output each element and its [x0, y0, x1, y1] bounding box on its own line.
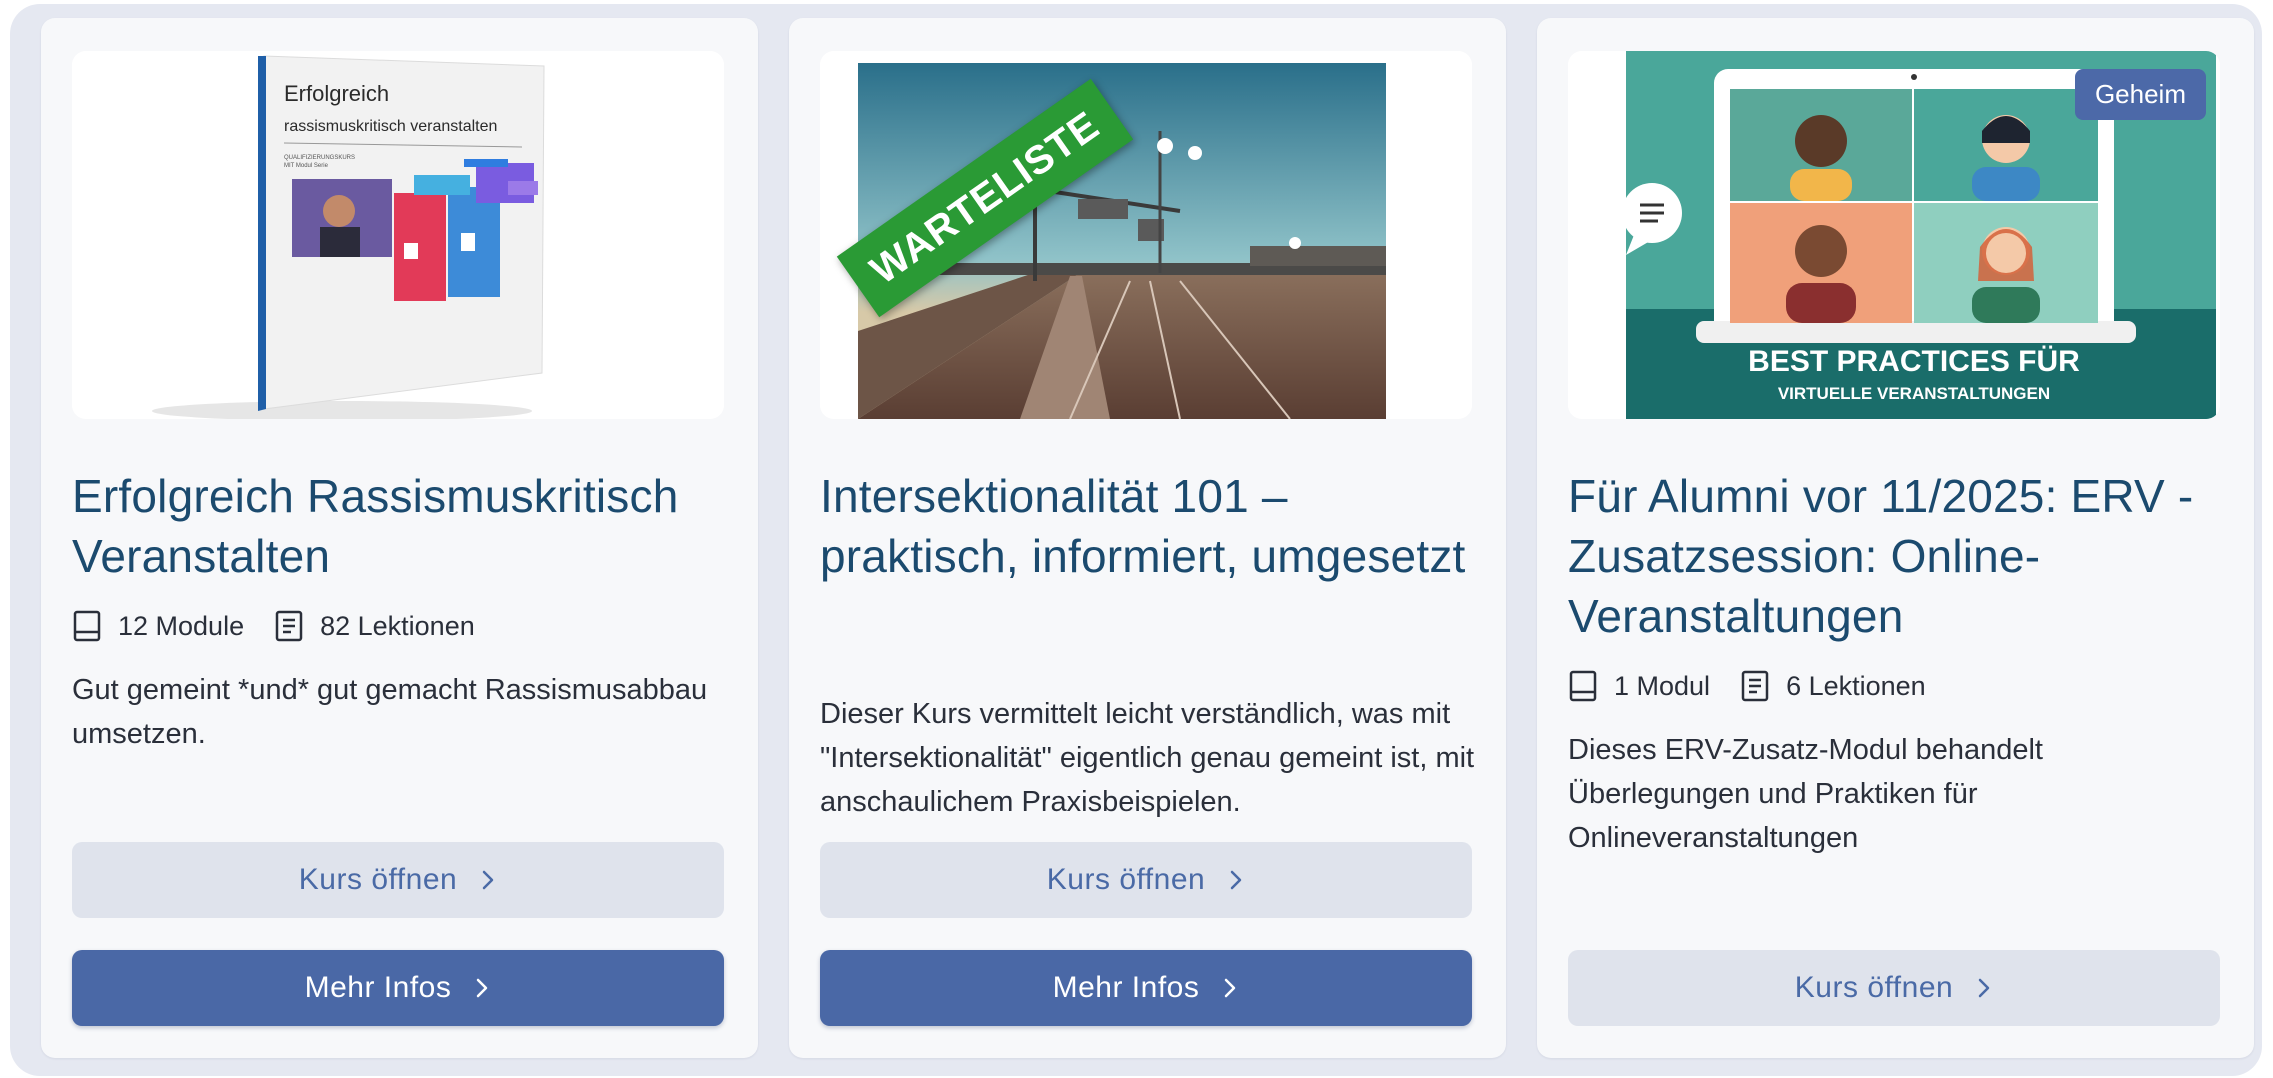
- course-meta: 12 Module 82 Lektionen: [72, 604, 505, 648]
- image-subheadline: VIRTUELLE VERANSTALTUNGEN: [1778, 384, 2050, 403]
- image-headline: BEST PRACTICES FÜR: [1748, 345, 2080, 378]
- course-card: WARTELISTE Intersektionalität 101 – prak…: [789, 18, 1506, 1058]
- more-info-label: Mehr Infos: [304, 971, 452, 1004]
- course-description: Gut gemeint *und* gut gemacht Rassismusa…: [72, 674, 708, 750]
- cover-title-line1: Erfolgreich: [284, 81, 389, 106]
- cover-subtitle-line1: QUALIFIZIERUNGSKURS: [284, 155, 355, 161]
- document-icon: [1741, 670, 1769, 702]
- chevron-right-icon: [1978, 978, 1990, 998]
- document-icon: [275, 610, 303, 642]
- book-cover-image: Erfolgreich rassismuskritisch veranstalt…: [72, 51, 724, 419]
- course-title[interactable]: Für Alumni vor 11/2025: ERV - Zusatzsess…: [1568, 466, 2228, 646]
- course-description: Dieses ERV-Zusatz-Modul behandelt Überle…: [1568, 734, 2043, 854]
- course-thumbnail[interactable]: WARTELISTE: [820, 51, 1472, 419]
- open-course-label: Kurs öffnen: [1794, 971, 1954, 1004]
- course-title[interactable]: Intersektionalität 101 – praktisch, info…: [820, 466, 1480, 586]
- course-card: Erfolgreich rassismuskritisch veranstalt…: [41, 18, 758, 1058]
- course-thumbnail[interactable]: Erfolgreich rassismuskritisch veranstalt…: [72, 51, 724, 419]
- course-meta: 1 Modul 6 Lektionen: [1568, 664, 1956, 708]
- more-info-button[interactable]: Mehr Infos: [72, 950, 724, 1026]
- lessons-label: 6 Lektionen: [1786, 670, 1926, 701]
- more-info-button[interactable]: Mehr Infos: [820, 950, 1472, 1026]
- book-icon: [73, 610, 101, 642]
- more-info-label: Mehr Infos: [1052, 971, 1200, 1004]
- modules-label: 1 Modul: [1614, 670, 1711, 701]
- course-title[interactable]: Erfolgreich Rassismuskritisch Veranstalt…: [72, 466, 732, 586]
- open-course-button[interactable]: Kurs öffnen: [1568, 950, 2220, 1026]
- open-course-label: Kurs öffnen: [1046, 863, 1206, 896]
- chevron-right-icon: [1225, 978, 1236, 998]
- open-course-button[interactable]: Kurs öffnen: [820, 842, 1472, 918]
- lessons-label: 82 Lektionen: [320, 610, 475, 641]
- chevron-right-icon: [482, 870, 494, 890]
- secret-badge: Geheim: [2074, 69, 2206, 120]
- chevron-right-icon: [1230, 870, 1242, 890]
- book-icon: [1569, 670, 1597, 702]
- open-course-label: Kurs öffnen: [298, 863, 458, 896]
- modules-label: 12 Module: [118, 610, 245, 641]
- lessons-count: 82 Lektionen: [274, 609, 475, 643]
- course-card: BEST PRACTICES FÜR VIRTUELLE VERANSTALTU…: [1537, 18, 2254, 1058]
- cover-subtitle-line2: MIT Modul Serie: [284, 163, 329, 169]
- cover-title-line2: rassismuskritisch veranstalten: [284, 118, 497, 135]
- modules-count: 1 Modul: [1568, 669, 1710, 703]
- chevron-right-icon: [477, 978, 488, 998]
- course-description: Dieser Kurs vermittelt leicht verständli…: [820, 698, 1475, 818]
- modules-count: 12 Module: [72, 609, 244, 643]
- course-thumbnail[interactable]: BEST PRACTICES FÜR VIRTUELLE VERANSTALTU…: [1568, 51, 2220, 419]
- open-course-button[interactable]: Kurs öffnen: [72, 842, 724, 918]
- course-grid: Erfolgreich rassismuskritisch veranstalt…: [10, 4, 2262, 1076]
- lessons-count: 6 Lektionen: [1740, 669, 1926, 703]
